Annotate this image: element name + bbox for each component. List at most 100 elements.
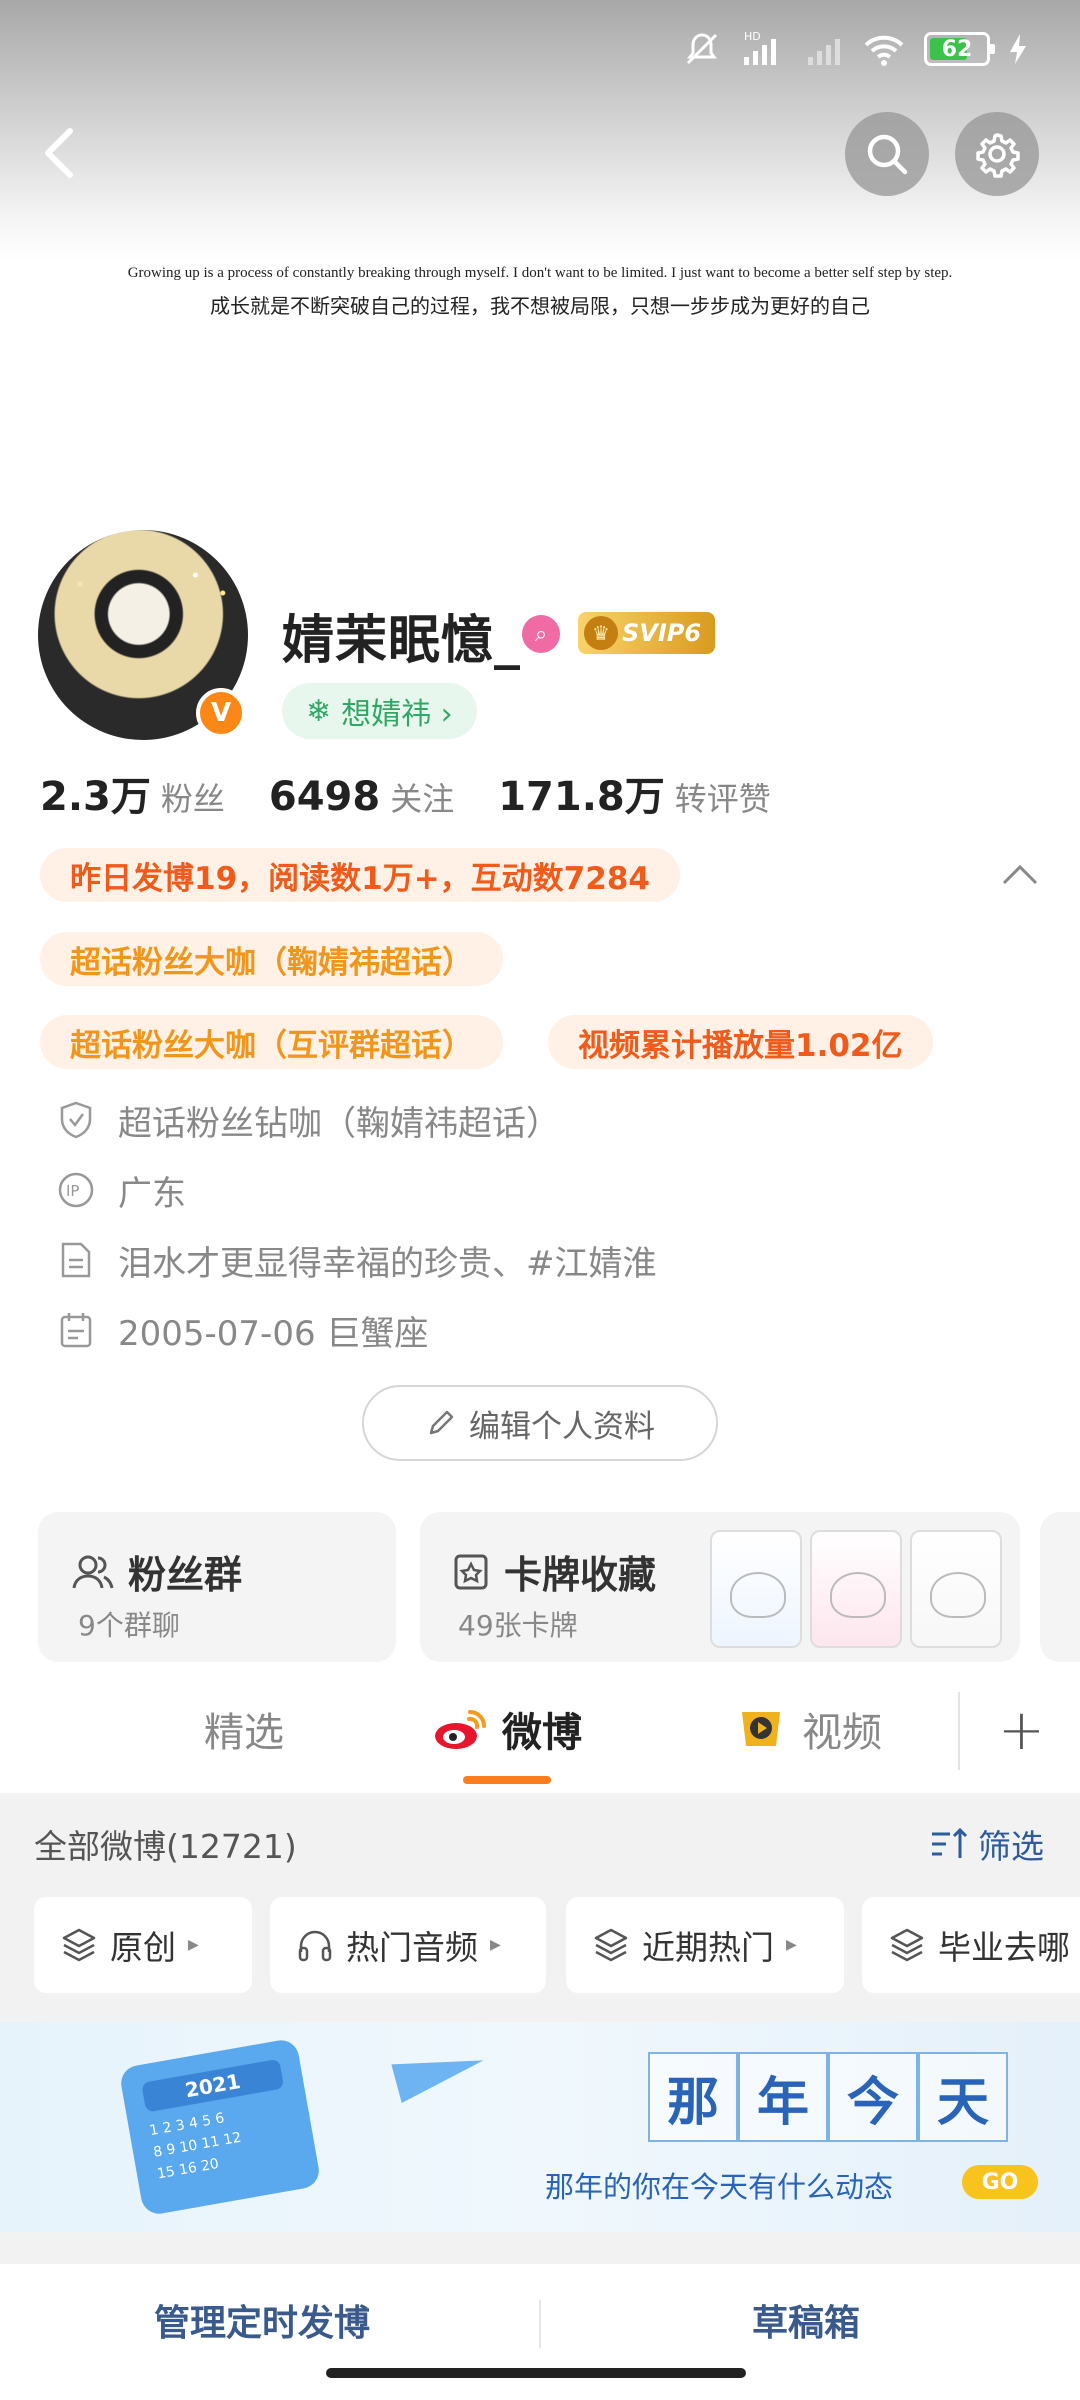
followers-label: 粉丝	[160, 780, 225, 818]
card-icon	[454, 1554, 488, 1589]
chevron-left-icon	[45, 128, 73, 178]
fan-group-card[interactable]: 粉丝群 9个群聊	[38, 1512, 396, 1662]
mute-icon	[682, 28, 722, 70]
bottom-divider	[539, 2300, 541, 2348]
video-icon	[742, 1712, 780, 1746]
following-count: 6498	[268, 774, 381, 820]
profile-tabs: 精选 微博 视频 +	[0, 1670, 1080, 1790]
gear-icon	[976, 133, 1020, 178]
headphones-icon	[298, 1930, 332, 1962]
fan-tag[interactable]: ❄ 想婧祎 ›	[282, 683, 477, 739]
chip-original[interactable]: 原创 ▶	[34, 1897, 252, 1993]
caret-right-icon: ▶	[786, 1937, 797, 1953]
superfan-pill-1[interactable]: 超话粉丝大咖（鞠婧祎超话）	[40, 932, 503, 986]
tab-divider	[958, 1692, 960, 1770]
paper-plane-icon	[391, 2041, 489, 2103]
chevron-up-icon	[1002, 864, 1038, 885]
snowflake-icon: ❄	[306, 693, 332, 729]
card-collection-card[interactable]: 卡牌收藏 49张卡牌	[420, 1512, 1020, 1662]
filter-button[interactable]: 筛选	[930, 1820, 1044, 1868]
battery-level: 62	[941, 36, 973, 62]
chip-graduation[interactable]: 毕业去哪	[862, 1897, 1080, 1993]
shield-icon	[56, 1100, 96, 1140]
info-row-bio: 泪水才更显得幸福的珍贵、#江婧淮	[56, 1230, 657, 1290]
pencil-icon	[429, 1410, 454, 1435]
chip-recent-hot[interactable]: 近期热门 ▶	[566, 1897, 844, 1993]
tab-featured[interactable]: 精选	[204, 1700, 284, 1758]
fan-group-title: 粉丝群	[128, 1553, 243, 1597]
edit-profile-button[interactable]: 编辑个人资料	[362, 1385, 718, 1461]
info-diamond-text: 超话粉丝钻咖（鞠婧祎超话）	[118, 1103, 560, 1144]
interactions-count: 171.8万	[498, 774, 665, 820]
settings-button[interactable]	[955, 112, 1039, 196]
search-button[interactable]	[845, 112, 929, 196]
layers-icon	[62, 1928, 96, 1962]
filter-label: 筛选	[978, 1827, 1044, 1866]
video-plays-pill[interactable]: 视频累计播放量1.02亿	[548, 1015, 933, 1069]
signal-icon-2	[804, 28, 844, 70]
filter-icon	[932, 1827, 968, 1858]
info-birthday-text: 2005-07-06 巨蟹座	[118, 1313, 429, 1354]
wifi-icon	[862, 28, 906, 70]
info-bio-text: 泪水才更显得幸福的珍贵、#江婧淮	[118, 1243, 657, 1284]
more-card[interactable]	[1040, 1512, 1080, 1662]
group-icon	[72, 1555, 114, 1588]
chip-graduation-label: 毕业去哪	[938, 1928, 1070, 1967]
fan-group-sub: 9个群聊	[78, 1609, 180, 1642]
tab-video-label: 视频	[802, 1710, 882, 1756]
svip-label: SVIP6	[622, 619, 702, 647]
crown-icon: ♛	[584, 616, 618, 650]
tab-featured-label: 精选	[204, 1710, 284, 1756]
go-button[interactable]: GO	[962, 2165, 1038, 2199]
calendar-illustration: 2021 1 2 3 4 5 68 9 10 11 12 15 16 20	[118, 2037, 322, 2217]
ip-location-icon: IP	[56, 1170, 96, 1210]
interactions-label: 转评赞	[674, 780, 771, 818]
drafts-button[interactable]: 草稿箱	[752, 2294, 860, 2346]
signal-icon-1: HD	[740, 28, 786, 70]
back-button[interactable]	[30, 118, 90, 188]
card-collection-sub: 49张卡牌	[458, 1609, 578, 1642]
card-thumbnail[interactable]	[910, 1530, 1002, 1648]
superfan-pill-2[interactable]: 超话粉丝大咖（互评群超话）	[40, 1015, 503, 1069]
all-weibo-count: 全部微博(12721)	[34, 1827, 297, 1866]
profile-stats: 2.3万 粉丝 6498 关注 171.8万 转评赞	[40, 764, 771, 822]
chip-hot-audio-label: 热门音频	[346, 1928, 478, 1967]
caret-right-icon: ▶	[490, 1937, 501, 1953]
on-this-day-title: 那 年 今 天	[648, 2052, 1008, 2142]
home-indicator[interactable]	[326, 2368, 746, 2378]
stat-followers[interactable]: 2.3万 粉丝	[40, 764, 225, 822]
tab-video[interactable]: 视频	[734, 1700, 882, 1758]
fan-tag-label: 想婧祎 ›	[341, 697, 453, 732]
svip-badge[interactable]: ♛ SVIP6	[578, 612, 716, 654]
battery-indicator: 62	[924, 32, 995, 66]
card-thumbnail[interactable]	[710, 1530, 802, 1648]
svg-text:IP: IP	[66, 1182, 79, 1200]
card-thumbnail[interactable]	[810, 1530, 902, 1648]
username: 婧茉眠憶_	[282, 611, 522, 671]
tab-weibo-label: 微博	[502, 1710, 582, 1756]
on-this-day-banner[interactable]: 2021 1 2 3 4 5 68 9 10 11 12 15 16 20 那 年…	[0, 2022, 1080, 2232]
charging-icon	[1008, 28, 1028, 70]
bottom-actions: 管理定时发博 草稿箱	[0, 2264, 1080, 2400]
banner-motto-english: Growing up is a process of constantly br…	[127, 265, 953, 281]
layers-icon	[890, 1928, 924, 1962]
caret-right-icon: ▶	[188, 1937, 199, 1953]
scheduled-posts-button[interactable]: 管理定时发博	[154, 2294, 370, 2346]
info-row-diamond[interactable]: 超话粉丝钻咖（鞠婧祎超话）	[56, 1090, 560, 1150]
stat-interactions[interactable]: 171.8万 转评赞	[498, 764, 771, 822]
info-row-ip: IP 广东	[56, 1160, 186, 1220]
edit-profile-label: 编辑个人资料	[469, 1408, 655, 1445]
search-member-icon[interactable]: ⌕	[522, 615, 560, 653]
banner-motto-chinese: 成长就是不断突破自己的过程，我不想被局限，只想一步步成为更好的自己	[210, 294, 870, 318]
following-label: 关注	[390, 780, 455, 818]
tab-weibo[interactable]: 微博	[432, 1700, 582, 1758]
followers-count: 2.3万	[40, 774, 151, 820]
info-row-birthday: 2005-07-06 巨蟹座	[56, 1300, 428, 1360]
add-tab-button[interactable]: +	[998, 1698, 1045, 1763]
chip-hot-audio[interactable]: 热门音频 ▶	[270, 1897, 546, 1993]
yesterday-stats-pill[interactable]: 昨日发博19，阅读数1万+，互动数7284	[40, 848, 680, 902]
document-icon	[56, 1240, 96, 1280]
chip-recent-hot-label: 近期热门	[642, 1928, 774, 1967]
stat-following[interactable]: 6498 关注	[269, 774, 454, 820]
collapse-button[interactable]	[995, 855, 1045, 895]
